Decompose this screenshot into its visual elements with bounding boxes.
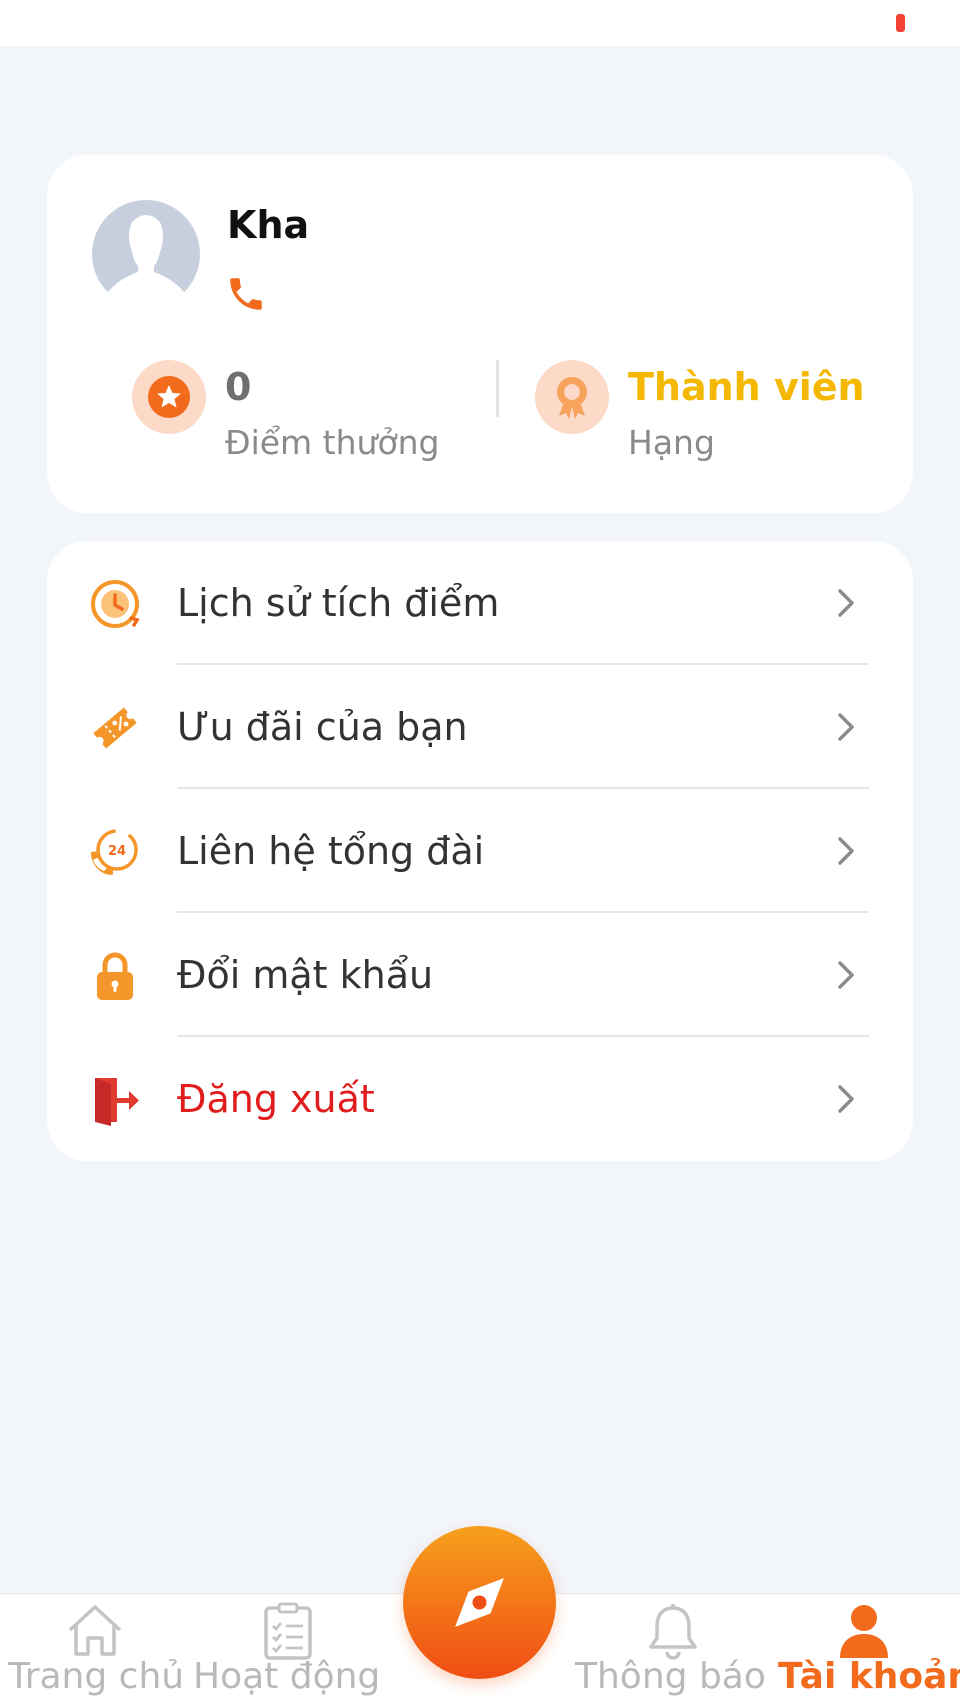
compass-icon [455, 1578, 504, 1627]
bell-icon [649, 1604, 697, 1660]
rank-label: Hạng [628, 423, 715, 462]
medal-icon [557, 377, 587, 419]
menu-item-label: Ưu đãi của bạn [177, 705, 468, 749]
chevron-right-icon [838, 837, 854, 865]
menu-item-hotline[interactable]: 24 Liên hệ tổng đài [47, 789, 913, 913]
lock-icon [97, 952, 133, 1000]
menu-item-label: Đổi mật khẩu [177, 953, 434, 997]
points-label: Điểm thưởng [225, 423, 440, 462]
nav-item-activity[interactable]: Hoạt động [190, 1594, 390, 1707]
user-silhouette-icon [108, 215, 184, 308]
chevron-right-icon [838, 1085, 854, 1113]
nav-item-account[interactable]: Tài khoản [770, 1594, 960, 1707]
nav-label: Trang chủ [8, 1656, 185, 1697]
logout-door-icon [95, 1078, 139, 1126]
menu-item-label: Đăng xuất [177, 1077, 375, 1121]
rank-badge [535, 360, 609, 434]
nav-item-notifications[interactable]: Thông báo [570, 1594, 770, 1707]
profile-name: Kha [227, 203, 310, 247]
chevron-right-icon [838, 961, 854, 989]
voucher-ticket-icon [93, 707, 137, 749]
chevron-right-icon [838, 713, 854, 741]
points-badge [132, 360, 206, 434]
points-value: 0 [225, 365, 252, 409]
nav-label: Tài khoản [778, 1656, 960, 1697]
star-icon [148, 376, 190, 418]
avatar[interactable] [92, 200, 200, 308]
explore-button[interactable] [403, 1526, 556, 1679]
stat-divider [496, 360, 499, 417]
nav-item-home[interactable]: Trang chủ [0, 1594, 190, 1707]
nav-label: Hoạt động [193, 1656, 381, 1697]
menu-item-vouchers[interactable]: Ưu đãi của bạn [47, 665, 913, 789]
account-menu: Lịch sử tích điểm Ưu đãi của bạn 24 Liên… [47, 541, 913, 1161]
profile-card: Kha 0 Điểm thưởng Thành viên Hạng [47, 155, 913, 513]
menu-item-change-password[interactable]: Đổi mật khẩu [47, 913, 913, 1037]
menu-item-logout[interactable]: Đăng xuất [47, 1037, 913, 1161]
svg-text:24: 24 [108, 844, 126, 859]
home-icon [68, 1605, 122, 1656]
recording-indicator [896, 14, 905, 32]
clipboard-checklist-icon [264, 1602, 312, 1660]
menu-item-label: Lịch sử tích điểm [177, 581, 500, 625]
menu-item-label: Liên hệ tổng đài [177, 829, 485, 873]
status-bar [0, 0, 960, 46]
rank-value: Thành viên [628, 365, 865, 409]
support-24-icon: 24 [91, 829, 138, 875]
chevron-right-icon [838, 589, 854, 617]
nav-label: Thông báo [575, 1656, 766, 1697]
phone-icon[interactable] [225, 273, 267, 315]
menu-item-points-history[interactable]: Lịch sử tích điểm [47, 541, 913, 665]
history-clock-icon [91, 580, 140, 628]
user-icon [840, 1605, 888, 1658]
